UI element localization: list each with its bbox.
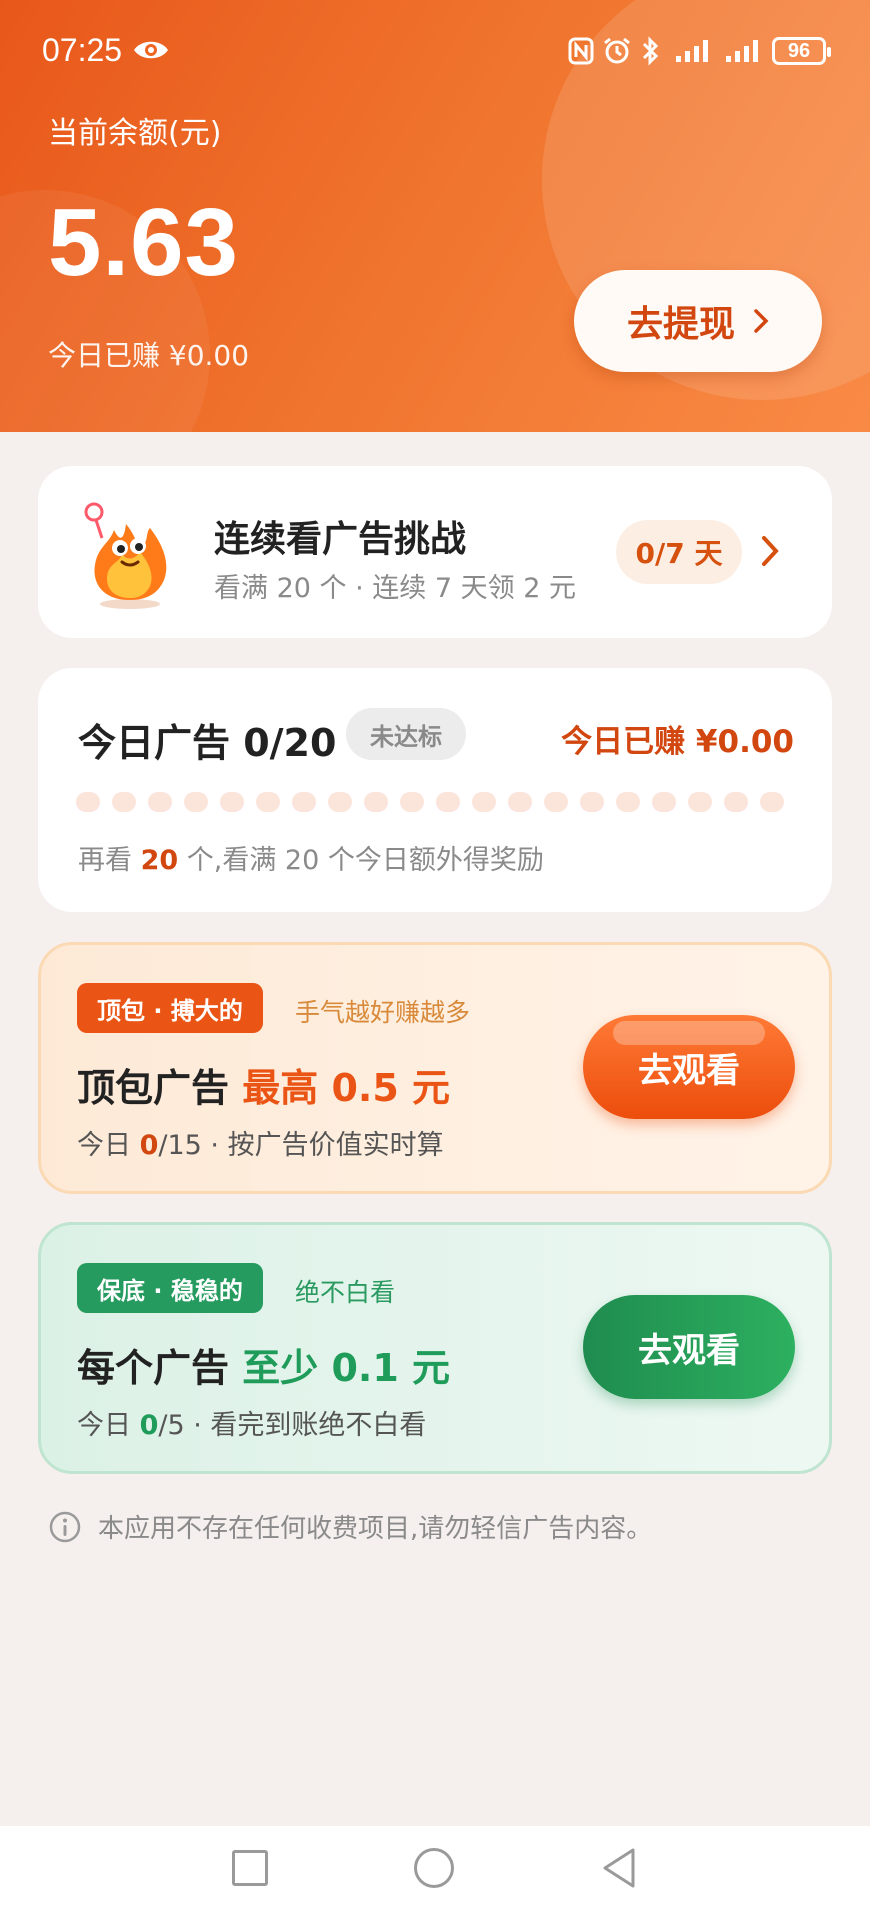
disclaimer-text: 本应用不存在任何收费项目,请勿轻信广告内容。 bbox=[98, 1514, 653, 1544]
progress-dot bbox=[400, 792, 424, 812]
system-nav-bar bbox=[0, 1826, 870, 1920]
progress-dot bbox=[580, 792, 604, 812]
mascot-fire-icon bbox=[84, 502, 167, 609]
sub-prefix: 今日 bbox=[77, 1410, 140, 1441]
progress-dot bbox=[508, 792, 532, 812]
progress-dot bbox=[220, 792, 244, 812]
challenge-subtitle: 看满 20 个 · 连续 7 天领 2 元 bbox=[214, 573, 576, 604]
sub-suffix: /5 · 看完到账绝不白看 bbox=[158, 1410, 427, 1441]
hint-prefix: 再看 bbox=[78, 845, 141, 876]
signal-icon bbox=[726, 40, 758, 62]
status-icons: 96 bbox=[568, 34, 831, 68]
watch-guaranteed-button[interactable]: 去观看 bbox=[583, 1295, 795, 1399]
progress-dot bbox=[760, 792, 784, 812]
today-ads-title: 今日广告 0/20 bbox=[78, 721, 337, 765]
nav-home-icon[interactable] bbox=[414, 1848, 454, 1888]
withdraw-button[interactable]: 去提现 bbox=[574, 270, 822, 372]
balance-header: 07:25 96 当前余额(元) 5.63 今日已赚 ¥0.00 去提现 bbox=[0, 0, 870, 432]
title-main: 顶包广告 bbox=[77, 1066, 243, 1110]
title-main: 每个广告 bbox=[77, 1346, 243, 1390]
guaranteed-note: 绝不白看 bbox=[295, 1278, 396, 1307]
guaranteed-subtitle: 今日 0/5 · 看完到账绝不白看 bbox=[77, 1403, 426, 1442]
top-pack-ad-card: 顶包 · 搏大的 手气越好赚越多 顶包广告 最高 0.5 元 今日 0/15 ·… bbox=[38, 942, 832, 1194]
title-accent: 最高 0.5 元 bbox=[242, 1066, 451, 1110]
button-label: 去观看 bbox=[638, 1330, 740, 1371]
eye-icon bbox=[134, 41, 168, 59]
page: 07:25 96 当前余额(元) 5.63 今日已赚 ¥0.00 去提现 连续看… bbox=[0, 0, 870, 1920]
progress-dots bbox=[76, 792, 796, 812]
progress-dot bbox=[328, 792, 352, 812]
title-accent: 至少 0.1 元 bbox=[242, 1346, 451, 1390]
progress-dot bbox=[688, 792, 712, 812]
status-time: 07:25 bbox=[42, 32, 123, 68]
bluetooth-icon bbox=[642, 36, 659, 66]
balance-value: 5.63 bbox=[48, 189, 239, 296]
sub-count: 0 bbox=[139, 1410, 159, 1441]
today-ads-earned: 今日已赚 ¥0.00 bbox=[561, 724, 794, 760]
withdraw-label: 去提现 bbox=[626, 304, 735, 345]
streak-challenge-card[interactable]: 连续看广告挑战 看满 20 个 · 连续 7 天领 2 元 0/7 天 bbox=[38, 466, 832, 638]
nav-recents-icon[interactable] bbox=[232, 1850, 268, 1886]
sub-count: 0 bbox=[139, 1130, 159, 1161]
progress-dot bbox=[76, 792, 100, 812]
progress-dot bbox=[364, 792, 388, 812]
top-pack-note: 手气越好赚越多 bbox=[295, 998, 471, 1027]
sub-suffix: /15 · 按广告价值实时算 bbox=[158, 1130, 444, 1161]
top-pack-tag: 顶包 · 搏大的 bbox=[77, 983, 263, 1033]
balance-label: 当前余额(元) bbox=[48, 116, 222, 151]
earned-today: 今日已赚 ¥0.00 bbox=[48, 339, 250, 372]
top-pack-title: 顶包广告 最高 0.5 元 bbox=[77, 1057, 450, 1112]
progress-dot bbox=[616, 792, 640, 812]
progress-dot bbox=[724, 792, 748, 812]
button-label: 去观看 bbox=[638, 1050, 740, 1091]
hint-suffix: 个,看满 20 个今日额外得奖励 bbox=[178, 845, 544, 876]
progress-dot bbox=[292, 792, 316, 812]
status-bar: 07:25 96 bbox=[0, 28, 870, 74]
progress-dot bbox=[112, 792, 136, 812]
today-ads-card: 今日广告 0/20 未达标 今日已赚 ¥0.00 再看 20 个,看满 20 个… bbox=[38, 668, 832, 912]
alarm-icon bbox=[604, 37, 630, 64]
progress-dot bbox=[652, 792, 676, 812]
progress-dot bbox=[256, 792, 280, 812]
status-badge: 未达标 bbox=[346, 708, 466, 760]
progress-dot bbox=[544, 792, 568, 812]
chevron-right-icon bbox=[754, 309, 769, 333]
guaranteed-title: 每个广告 至少 0.1 元 bbox=[77, 1337, 450, 1392]
nav-back-icon[interactable] bbox=[600, 1846, 638, 1890]
disclaimer: 本应用不存在任何收费项目,请勿轻信广告内容。 bbox=[48, 1508, 652, 1545]
battery-indicator: 96 bbox=[772, 37, 831, 65]
watch-top-pack-button[interactable]: 去观看 bbox=[583, 1015, 795, 1119]
hint-count: 20 bbox=[140, 845, 179, 876]
guaranteed-tag: 保底 · 稳稳的 bbox=[77, 1263, 263, 1313]
progress-dot bbox=[436, 792, 460, 812]
chevron-right-icon[interactable] bbox=[760, 534, 780, 568]
top-pack-subtitle: 今日 0/15 · 按广告价值实时算 bbox=[77, 1123, 444, 1162]
nfc-icon bbox=[568, 37, 594, 65]
today-ads-hint: 再看 20 个,看满 20 个今日额外得奖励 bbox=[78, 838, 544, 877]
signal-icon bbox=[676, 40, 708, 62]
progress-dot bbox=[472, 792, 496, 812]
progress-dot bbox=[184, 792, 208, 812]
challenge-progress-pill: 0/7 天 bbox=[616, 520, 742, 584]
challenge-title: 连续看广告挑战 bbox=[214, 519, 467, 560]
info-icon bbox=[49, 1511, 81, 1542]
sub-prefix: 今日 bbox=[77, 1130, 140, 1161]
progress-dot bbox=[148, 792, 172, 812]
guaranteed-ad-card: 保底 · 稳稳的 绝不白看 每个广告 至少 0.1 元 今日 0/5 · 看完到… bbox=[38, 1222, 832, 1474]
